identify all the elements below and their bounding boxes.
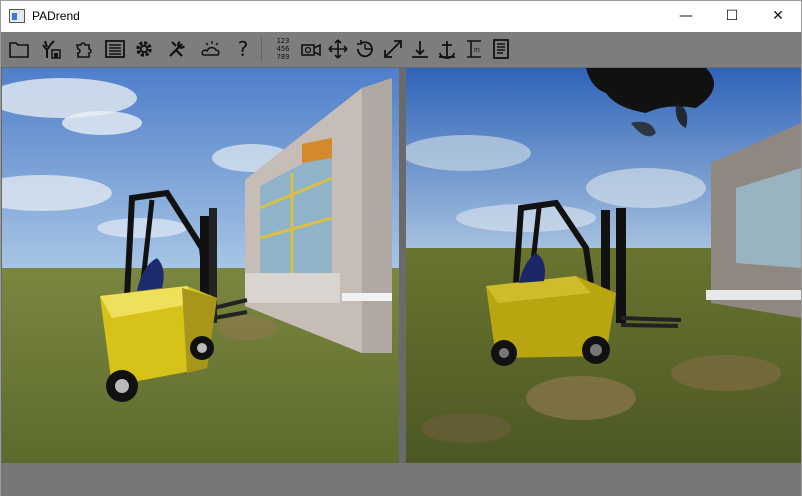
scene-tree-button[interactable] (39, 36, 63, 62)
tools-button[interactable] (165, 36, 189, 62)
snap-down-icon (412, 41, 428, 58)
status-bar (1, 463, 801, 496)
scale-button[interactable] (381, 36, 405, 62)
open-folder-icon (9, 42, 29, 58)
close-button[interactable]: ✕ (755, 1, 801, 32)
maximize-button[interactable]: ☐ (709, 1, 755, 32)
minimize-button[interactable]: — (663, 1, 709, 32)
settings-gear-icon (136, 41, 152, 57)
plugins-puzzle-icon (75, 42, 92, 58)
rotate-button[interactable] (353, 36, 377, 62)
list-panel-icon (105, 40, 125, 58)
measure-button[interactable]: m (462, 36, 486, 62)
title-bar[interactable]: PADrend — ☐ ✕ (1, 1, 801, 32)
help-icon: ? (237, 37, 249, 61)
weather-effects-icon (201, 41, 220, 56)
right-scene-render (406, 68, 801, 463)
scale-icon (384, 40, 402, 58)
anchor-icon (439, 41, 455, 59)
rotate-icon (357, 40, 373, 58)
measure-icon: m (467, 40, 481, 58)
camera-button[interactable] (299, 36, 323, 62)
left-scene-render (2, 68, 399, 463)
viewport-area (1, 67, 801, 463)
snap-down-button[interactable] (408, 36, 432, 62)
numeric-keypad-icon: 123 456 789 (276, 37, 290, 61)
numeric-keypad-button[interactable]: 123 456 789 (271, 36, 295, 62)
toolbar-separator (261, 36, 262, 62)
main-toolbar: ? 123 456 789 m (1, 32, 801, 67)
plugins-button[interactable] (73, 36, 97, 62)
app-window: PADrend — ☐ ✕ ? 123 456 789 m (0, 0, 802, 496)
svg-text:m: m (474, 47, 480, 54)
app-icon (9, 9, 25, 23)
weather-effects-button[interactable] (199, 36, 223, 62)
help-button[interactable]: ? (231, 36, 255, 62)
camera-icon (301, 43, 321, 57)
anchor-button[interactable] (435, 36, 459, 62)
right-viewport[interactable] (406, 68, 801, 463)
notes-panel-icon (493, 39, 509, 59)
notes-panel-button[interactable] (489, 36, 513, 62)
open-folder-button[interactable] (7, 36, 31, 62)
move-button[interactable] (326, 36, 350, 62)
scene-tree-icon (42, 40, 61, 59)
left-viewport[interactable] (2, 68, 399, 463)
tools-icon (169, 41, 185, 57)
move-icon (328, 39, 348, 59)
list-panel-button[interactable] (103, 36, 127, 62)
settings-button[interactable] (132, 36, 156, 62)
window-title: PADrend (32, 9, 80, 23)
